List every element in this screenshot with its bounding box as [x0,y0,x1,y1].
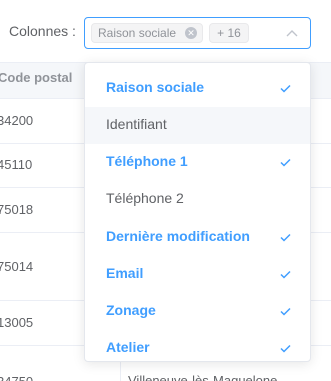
option-label: Téléphone 1 [106,153,188,169]
check-icon [280,307,291,316]
columns-filter-view: Code postal 34200 45110 75018 75014 1300… [0,0,331,381]
selected-column-tag: Raison sociale ✕ [91,23,203,43]
option-telephone-2[interactable]: Téléphone 2 [85,181,310,218]
option-label: Email [106,265,144,281]
cell-postal-code: 45110 [0,157,33,172]
check-icon [280,344,291,353]
chevron-up-icon[interactable] [286,28,298,38]
columns-dropdown: Raison sociale Identifiant Téléphone 1 T… [84,62,311,362]
cell-city: Villeneuve-lès-Maguelone [128,373,278,381]
cell-postal-code: 75014 [0,259,34,274]
cell-postal-code: 75018 [0,202,34,217]
option-identifiant[interactable]: Identifiant [85,107,310,144]
option-email[interactable]: Email [85,256,310,293]
cell-postal-code: 34200 [0,113,34,128]
option-label: Identifiant [106,116,167,132]
option-derniere-modification[interactable]: Dernière modification [85,219,310,256]
check-icon [280,270,291,279]
option-telephone-1[interactable]: Téléphone 1 [85,144,310,181]
check-icon [280,84,291,93]
option-label: Zonage [106,302,156,318]
columns-label: Colonnes : [9,23,76,39]
tag-label: Raison sociale [98,26,177,40]
column-header-postal-code[interactable]: Code postal [0,70,72,85]
more-columns-tag: + 16 [209,23,249,43]
check-icon [280,158,291,167]
columns-select[interactable]: Raison sociale ✕ + 16 [84,17,311,49]
option-label: Dernière modification [106,228,250,244]
option-atelier[interactable]: Atelier [85,330,310,361]
option-label: Atelier [106,339,150,355]
option-label: Téléphone 2 [106,190,184,206]
close-icon[interactable]: ✕ [185,27,197,39]
cell-postal-code: 34750 [0,374,33,381]
option-zonage[interactable]: Zonage [85,293,310,330]
option-raison-sociale[interactable]: Raison sociale [85,70,310,107]
check-icon [280,233,291,242]
option-label: Raison sociale [106,79,205,95]
cell-postal-code: 13005 [0,315,34,330]
